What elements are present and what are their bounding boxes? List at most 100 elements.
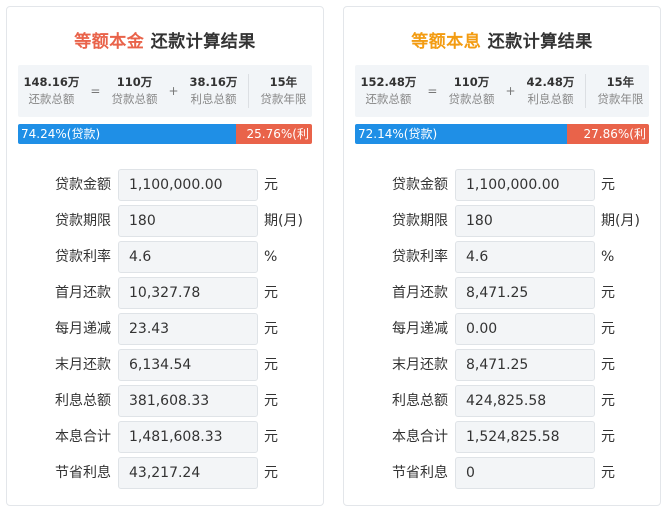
row-unit: 元 bbox=[601, 465, 615, 481]
result-rows: 贷款金额 1,100,000.00 元贷款期限 180 期(月) 贷款利率 4.6% 首月还款… bbox=[7, 169, 323, 493]
loan-interest-ratio-bar: 72.14%(贷款) 27.86%(利息) bbox=[355, 124, 649, 161]
row-label: 利息总额 bbox=[392, 393, 448, 409]
result-row: 每月递减 0.00 元 bbox=[344, 313, 660, 349]
row-label: 贷款期限 bbox=[55, 213, 111, 229]
row-label: 节省利息 bbox=[55, 465, 111, 481]
row-label: 每月递减 bbox=[392, 321, 448, 337]
result-row: 利息总额 381,608.33 元 bbox=[7, 385, 323, 421]
row-value-field[interactable]: 1,524,825.58 bbox=[455, 421, 595, 453]
loan-ratio-segment: 72.14%(贷款) bbox=[355, 124, 568, 144]
summary-bar: 152.48万 还款总额 = 110万 贷款总额 + 42.48万 利息总额 15年贷… bbox=[355, 65, 649, 117]
row-value-field[interactable]: 180 bbox=[118, 205, 258, 237]
row-unit: % bbox=[601, 249, 615, 265]
divider bbox=[248, 74, 250, 108]
row-value-field[interactable]: 4.6 bbox=[455, 241, 595, 273]
equal-installment-result-panel: 等额本息 还款计算结果 152.48万 还款总额 = 110万 贷款总额 + 42.… bbox=[343, 6, 661, 506]
row-unit: 期(月) bbox=[264, 213, 303, 229]
result-row: 利息总额 424,825.58 元 bbox=[344, 385, 660, 421]
plus-sign: + bbox=[505, 84, 516, 98]
result-row: 节省利息 0 元 bbox=[344, 457, 660, 493]
row-unit: 元 bbox=[264, 177, 278, 193]
row-label: 本息合计 bbox=[55, 429, 111, 445]
row-label: 贷款利率 bbox=[55, 249, 111, 265]
row-value-field[interactable]: 0.00 bbox=[455, 313, 595, 345]
row-value-field[interactable]: 6,134.54 bbox=[118, 349, 258, 381]
row-label: 贷款金额 bbox=[392, 177, 448, 193]
row-label: 利息总额 bbox=[55, 393, 111, 409]
row-label: 贷款利率 bbox=[392, 249, 448, 265]
equals-sign: = bbox=[427, 84, 438, 98]
result-row: 首月还款 10,327.78 元 bbox=[7, 277, 323, 313]
equal-principal-result-panel: 等额本金 还款计算结果 148.16万 还款总额 = 110万 贷款总额 + 38.… bbox=[6, 6, 324, 506]
row-unit: 元 bbox=[601, 285, 615, 301]
loan-interest-ratio-bar: 74.24%(贷款) 25.76%(利息) bbox=[18, 124, 312, 161]
row-value-field[interactable]: 23.43 bbox=[118, 313, 258, 345]
result-row: 贷款期限 180 期(月) bbox=[344, 205, 660, 241]
result-row: 贷款金额 1,100,000.00 元 bbox=[7, 169, 323, 205]
equals-sign: = bbox=[90, 84, 101, 98]
result-row: 贷款利率 4.6% bbox=[344, 241, 660, 277]
row-label: 贷款金额 bbox=[55, 177, 111, 193]
row-unit: 元 bbox=[601, 357, 615, 373]
row-value-field[interactable]: 0 bbox=[455, 457, 595, 489]
row-unit: 元 bbox=[264, 357, 278, 373]
summary-bar: 148.16万 还款总额 = 110万 贷款总额 + 38.16万 利息总额 15年贷… bbox=[18, 65, 312, 117]
row-value-field[interactable]: 1,481,608.33 bbox=[118, 421, 258, 453]
row-label: 节省利息 bbox=[392, 465, 448, 481]
row-unit: 元 bbox=[264, 285, 278, 301]
panel-title: 等额本金 还款计算结果 bbox=[74, 32, 256, 52]
total-repayment: 148.16万 还款总额 bbox=[23, 75, 80, 106]
result-row: 贷款期限 180 期(月) bbox=[7, 205, 323, 241]
row-label: 末月还款 bbox=[392, 357, 448, 373]
row-label: 贷款期限 bbox=[392, 213, 448, 229]
row-unit: 元 bbox=[264, 465, 278, 481]
loan-total: 110万 贷款总额 bbox=[448, 75, 495, 106]
row-label: 首月还款 bbox=[392, 285, 448, 301]
row-unit: 期(月) bbox=[601, 213, 640, 229]
loan-total: 110万 贷款总额 bbox=[111, 75, 158, 106]
result-row: 本息合计 1,481,608.33 元 bbox=[7, 421, 323, 457]
row-unit: 元 bbox=[264, 429, 278, 445]
row-unit: 元 bbox=[601, 321, 615, 337]
row-value-field[interactable]: 1,100,000.00 bbox=[455, 169, 595, 201]
result-row: 首月还款 8,471.25 元 bbox=[344, 277, 660, 313]
row-value-field[interactable]: 381,608.33 bbox=[118, 385, 258, 417]
result-row: 本息合计 1,524,825.58 元 bbox=[344, 421, 660, 457]
result-row: 末月还款 6,134.54 元 bbox=[7, 349, 323, 385]
row-unit: 元 bbox=[264, 321, 278, 337]
panel-title: 等额本息 还款计算结果 bbox=[411, 32, 593, 52]
row-label: 末月还款 bbox=[55, 357, 111, 373]
row-label: 每月递减 bbox=[55, 321, 111, 337]
result-row: 贷款利率 4.6% bbox=[7, 241, 323, 277]
row-unit: 元 bbox=[601, 177, 615, 193]
loan-ratio-segment: 74.24%(贷款) bbox=[18, 124, 237, 144]
row-unit: % bbox=[264, 249, 278, 265]
result-rows: 贷款金额 1,100,000.00 元贷款期限 180 期(月) 贷款利率 4.6% 首月还款… bbox=[344, 169, 660, 493]
row-value-field[interactable]: 4.6 bbox=[118, 241, 258, 273]
row-value-field[interactable]: 180 bbox=[455, 205, 595, 237]
row-value-field[interactable]: 43,217.24 bbox=[118, 457, 258, 489]
result-row: 节省利息 43,217.24 元 bbox=[7, 457, 323, 493]
row-value-field[interactable]: 8,471.25 bbox=[455, 349, 595, 381]
row-unit: 元 bbox=[264, 393, 278, 409]
result-row: 每月递减 23.43 元 bbox=[7, 313, 323, 349]
plus-sign: + bbox=[168, 84, 179, 98]
row-value-field[interactable]: 1,100,000.00 bbox=[118, 169, 258, 201]
loan-term: 15年 贷款年限 bbox=[597, 75, 644, 106]
row-unit: 元 bbox=[601, 429, 615, 445]
interest-ratio-segment: 27.86%(利息) bbox=[567, 124, 649, 161]
row-unit: 元 bbox=[601, 393, 615, 409]
row-value-field[interactable]: 10,327.78 bbox=[118, 277, 258, 309]
interest-total: 42.48万 利息总额 bbox=[526, 75, 575, 106]
row-value-field[interactable]: 424,825.58 bbox=[455, 385, 595, 417]
total-repayment: 152.48万 还款总额 bbox=[360, 75, 417, 106]
row-label: 本息合计 bbox=[392, 429, 448, 445]
row-label: 首月还款 bbox=[55, 285, 111, 301]
result-row: 贷款金额 1,100,000.00 元 bbox=[344, 169, 660, 205]
row-value-field[interactable]: 8,471.25 bbox=[455, 277, 595, 309]
divider bbox=[585, 74, 587, 108]
interest-total: 38.16万 利息总额 bbox=[189, 75, 238, 106]
interest-ratio-segment: 25.76%(利息) bbox=[236, 124, 312, 161]
result-row: 末月还款 8,471.25 元 bbox=[344, 349, 660, 385]
loan-term: 15年 贷款年限 bbox=[260, 75, 307, 106]
